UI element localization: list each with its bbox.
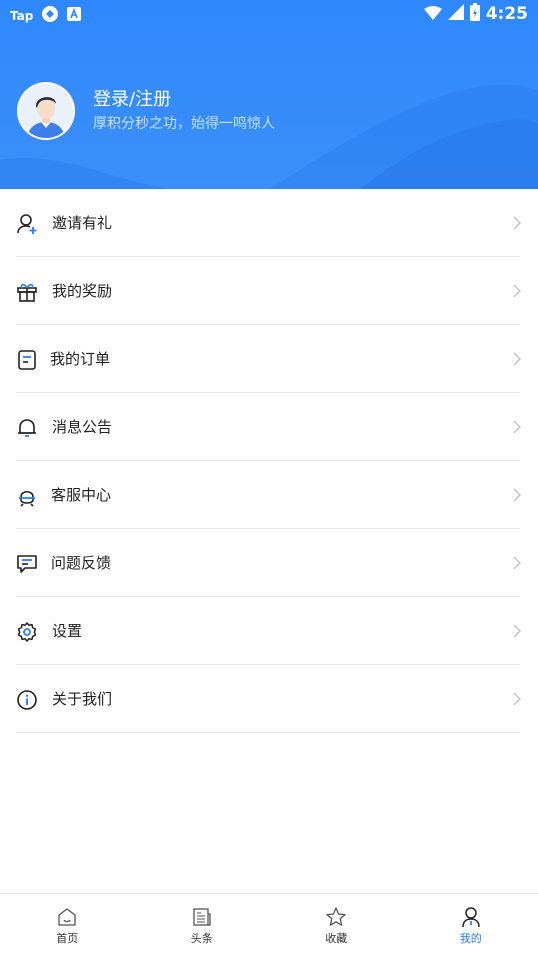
status-bar-left: Tap xyxy=(10,5,82,26)
profile-motto: 厚积分秒之功，始得一鸣惊人 xyxy=(93,116,275,132)
status-bar-right: 4:25 xyxy=(423,3,528,25)
tab-label: 首页 xyxy=(56,932,79,945)
menu-item-rewards[interactable]: 我的奖励 xyxy=(0,257,538,325)
home-icon xyxy=(58,908,76,926)
menu-item-label: 我的奖励 xyxy=(52,282,113,300)
news-icon xyxy=(193,908,211,926)
chevron-right-icon xyxy=(513,624,522,638)
cell-signal-icon xyxy=(447,4,464,24)
tap-app-label: Tap xyxy=(10,8,34,23)
menu-item-label: 我的订单 xyxy=(50,350,111,368)
menu-item-label: 设置 xyxy=(52,622,83,640)
order-document-icon xyxy=(18,350,36,370)
wifi-icon xyxy=(423,5,442,24)
profile-texts: 登录/注册 厚积分秒之功，始得一鸣惊人 xyxy=(93,88,275,134)
invite-user-icon xyxy=(17,214,37,234)
menu-item-about[interactable]: 关于我们 xyxy=(0,665,538,733)
menu-item-label: 邀请有礼 xyxy=(52,214,113,232)
info-icon xyxy=(17,690,37,710)
profile-header: Tap 4:25 登录/注册 厚积分秒之功，始得一鸣惊人 xyxy=(0,0,538,189)
bell-icon xyxy=(18,419,36,437)
tab-label: 我的 xyxy=(459,932,482,945)
menu-item-customer-service[interactable]: 客服中心 xyxy=(0,461,538,529)
star-icon xyxy=(326,907,346,926)
menu-item-label: 消息公告 xyxy=(52,418,113,436)
menu-item-orders[interactable]: 我的订单 xyxy=(0,325,538,393)
customer-service-icon xyxy=(19,490,35,507)
tab-favorites[interactable]: 收藏 xyxy=(269,894,404,956)
chevron-right-icon xyxy=(513,556,522,570)
menu-item-invite[interactable]: 邀请有礼 xyxy=(0,189,538,257)
chevron-right-icon xyxy=(513,352,522,366)
tab-home[interactable]: 首页 xyxy=(0,894,135,956)
gift-icon xyxy=(17,283,37,302)
bottom-tab-bar: 首页 头条 收藏 我的 xyxy=(0,893,538,956)
menu-item-label: 客服中心 xyxy=(51,486,112,504)
feedback-chat-icon xyxy=(17,555,37,573)
status-time: 4:25 xyxy=(485,4,528,24)
menu-item-notices[interactable]: 消息公告 xyxy=(0,393,538,461)
avatar[interactable] xyxy=(17,82,75,140)
chevron-right-icon xyxy=(513,692,522,706)
tab-headlines[interactable]: 头条 xyxy=(135,894,270,956)
menu-item-label: 问题反馈 xyxy=(51,554,112,572)
settings-gear-icon xyxy=(17,622,37,642)
chevron-right-icon xyxy=(513,284,522,298)
profile-icon xyxy=(462,907,480,928)
menu-item-settings[interactable]: 设置 xyxy=(0,597,538,665)
status-bar: Tap 4:25 xyxy=(0,0,538,28)
tab-label: 头条 xyxy=(190,932,213,945)
menu-item-label: 关于我们 xyxy=(52,690,113,708)
chevron-right-icon xyxy=(513,420,522,434)
tab-label: 收藏 xyxy=(325,932,348,945)
menu-item-feedback[interactable]: 问题反馈 xyxy=(0,529,538,597)
tab-mine[interactable]: 我的 xyxy=(404,894,538,956)
sync-icon xyxy=(41,5,59,26)
chevron-right-icon xyxy=(513,488,522,502)
default-avatar-icon xyxy=(19,84,73,138)
divider xyxy=(16,732,520,733)
text-a-icon xyxy=(67,7,82,24)
profile-login-area[interactable]: 登录/注册 厚积分秒之功，始得一鸣惊人 xyxy=(17,82,275,140)
chevron-right-icon xyxy=(513,216,522,230)
login-register-link[interactable]: 登录/注册 xyxy=(93,88,275,112)
battery-icon xyxy=(469,3,480,25)
settings-menu: 邀请有礼 我的奖励 我的订单 消息公告 客服中心 问题反馈 设置 关于我们 xyxy=(0,189,538,733)
